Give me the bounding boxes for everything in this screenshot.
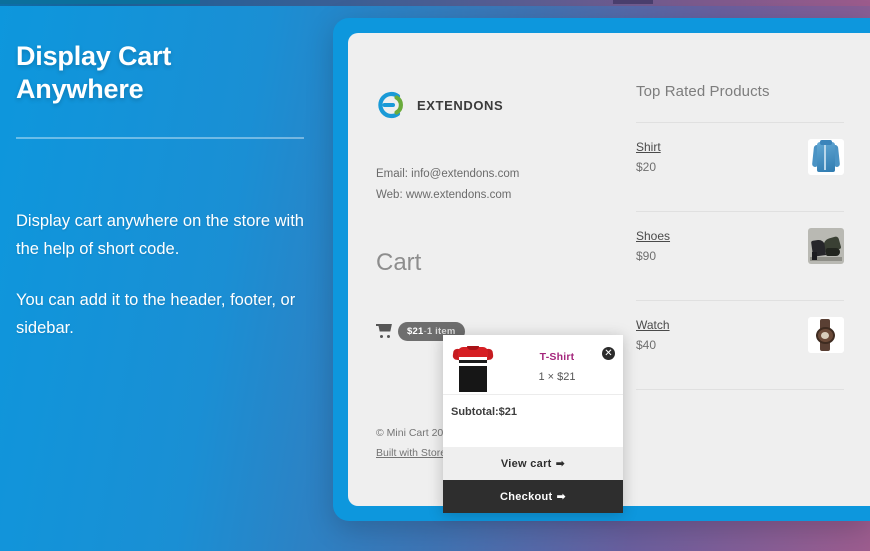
product-price: $20: [636, 160, 657, 174]
tshirt-thumbnail[interactable]: [452, 346, 494, 392]
mini-cart-item-name-link[interactable]: T-Shirt: [501, 351, 613, 363]
product-meta: Shirt $20: [636, 140, 661, 174]
checkout-button[interactable]: Checkout ➡: [443, 480, 623, 513]
hero-panel: Display Cart Anywhere Display cart anywh…: [0, 6, 333, 551]
top-strip-notch-right: [613, 0, 653, 4]
product-meta: Watch $40: [636, 318, 670, 352]
product-name-link[interactable]: Shoes: [636, 229, 670, 243]
contact-block: Email: info@extendons.com Web: www.exten…: [376, 164, 618, 207]
product-row[interactable]: Shoes $90: [636, 212, 844, 278]
view-cart-label: View cart: [500, 458, 552, 470]
brand-name: EXTENDONS: [417, 97, 504, 113]
shoes-thumbnail[interactable]: [808, 228, 844, 264]
mini-cart-subtotal: Subtotal:$21: [443, 394, 623, 429]
hero-paragraph-2: You can add it to the header, footer, or…: [16, 290, 296, 338]
product-name-link[interactable]: Shirt: [636, 140, 661, 154]
contact-email: Email: info@extendons.com: [376, 168, 520, 180]
title-divider: [16, 136, 304, 139]
shirt-thumbnail[interactable]: [808, 139, 844, 175]
top-rated-products-panel: Top Rated Products Shirt $20 Shoes $90 W…: [618, 33, 870, 506]
top-strip-notch-left: [0, 0, 200, 4]
brand-row: EXTENDONS: [376, 90, 618, 120]
product-row[interactable]: Watch $40: [636, 301, 844, 367]
checkout-label: Checkout: [499, 491, 553, 503]
product-row[interactable]: Shirt $20: [636, 123, 844, 189]
product-price: $40: [636, 338, 657, 352]
mini-cart-item-quantity: 1 × $21: [538, 371, 576, 383]
mini-cart-spacer: [443, 429, 623, 447]
product-price: $90: [636, 249, 657, 263]
top-rated-products-title: Top Rated Products: [636, 83, 770, 100]
extendons-logo-icon: [376, 90, 406, 120]
cart-total-amount: $21: [407, 325, 424, 337]
products-divider: [636, 389, 844, 390]
hero-body-copy: Display cart anywhere on the store with …: [16, 207, 309, 343]
close-circle-icon[interactable]: ✕: [602, 347, 615, 360]
product-meta: Shoes $90: [636, 229, 670, 263]
mini-cart-popup: T-Shirt 1 × $21 ✕ Subtotal:$21 View cart…: [443, 335, 623, 513]
shopping-cart-icon: [376, 323, 394, 339]
hero-paragraph-1: Display cart anywhere on the store with …: [16, 211, 304, 259]
contact-web: Web: www.extendons.com: [376, 189, 512, 202]
page-title: Display Cart Anywhere: [16, 41, 172, 105]
cart-heading: Cart: [376, 248, 422, 276]
watch-thumbnail[interactable]: [808, 317, 844, 353]
arrow-right-icon: ➡: [555, 457, 566, 470]
mini-cart-line-item: T-Shirt 1 × $21 ✕: [443, 335, 623, 394]
arrow-right-icon: ➡: [556, 490, 567, 503]
product-name-link[interactable]: Watch: [636, 318, 670, 332]
view-cart-button[interactable]: View cart ➡: [443, 447, 623, 480]
